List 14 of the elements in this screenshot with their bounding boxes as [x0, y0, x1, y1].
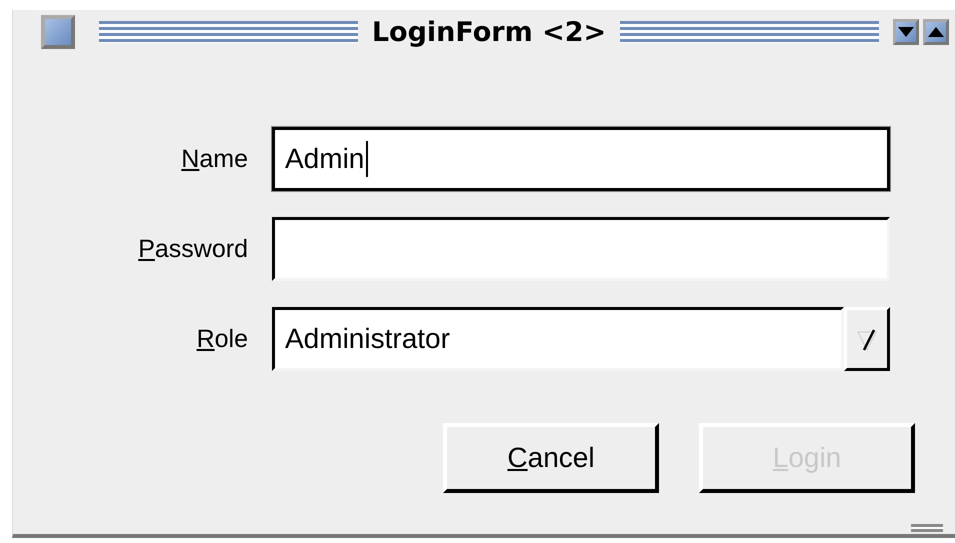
minimize-button[interactable]	[893, 19, 919, 45]
window-title: LoginForm <2>	[372, 16, 606, 48]
maximize-button[interactable]	[923, 19, 949, 45]
field-label: Name	[181, 144, 248, 174]
role-field[interactable]: Administrator	[272, 307, 844, 371]
resize-grip-icon[interactable]	[911, 524, 943, 532]
cancel-button[interactable]: Cancel	[443, 423, 659, 493]
password-field[interactable]	[272, 217, 890, 281]
dropdown-button[interactable]	[844, 307, 890, 371]
down-triangle-icon	[897, 26, 915, 38]
field-label: Role	[196, 324, 248, 354]
up-triangle-icon	[927, 26, 945, 38]
name-field[interactable]: Admin	[272, 127, 890, 191]
field-label: Password	[138, 234, 248, 264]
